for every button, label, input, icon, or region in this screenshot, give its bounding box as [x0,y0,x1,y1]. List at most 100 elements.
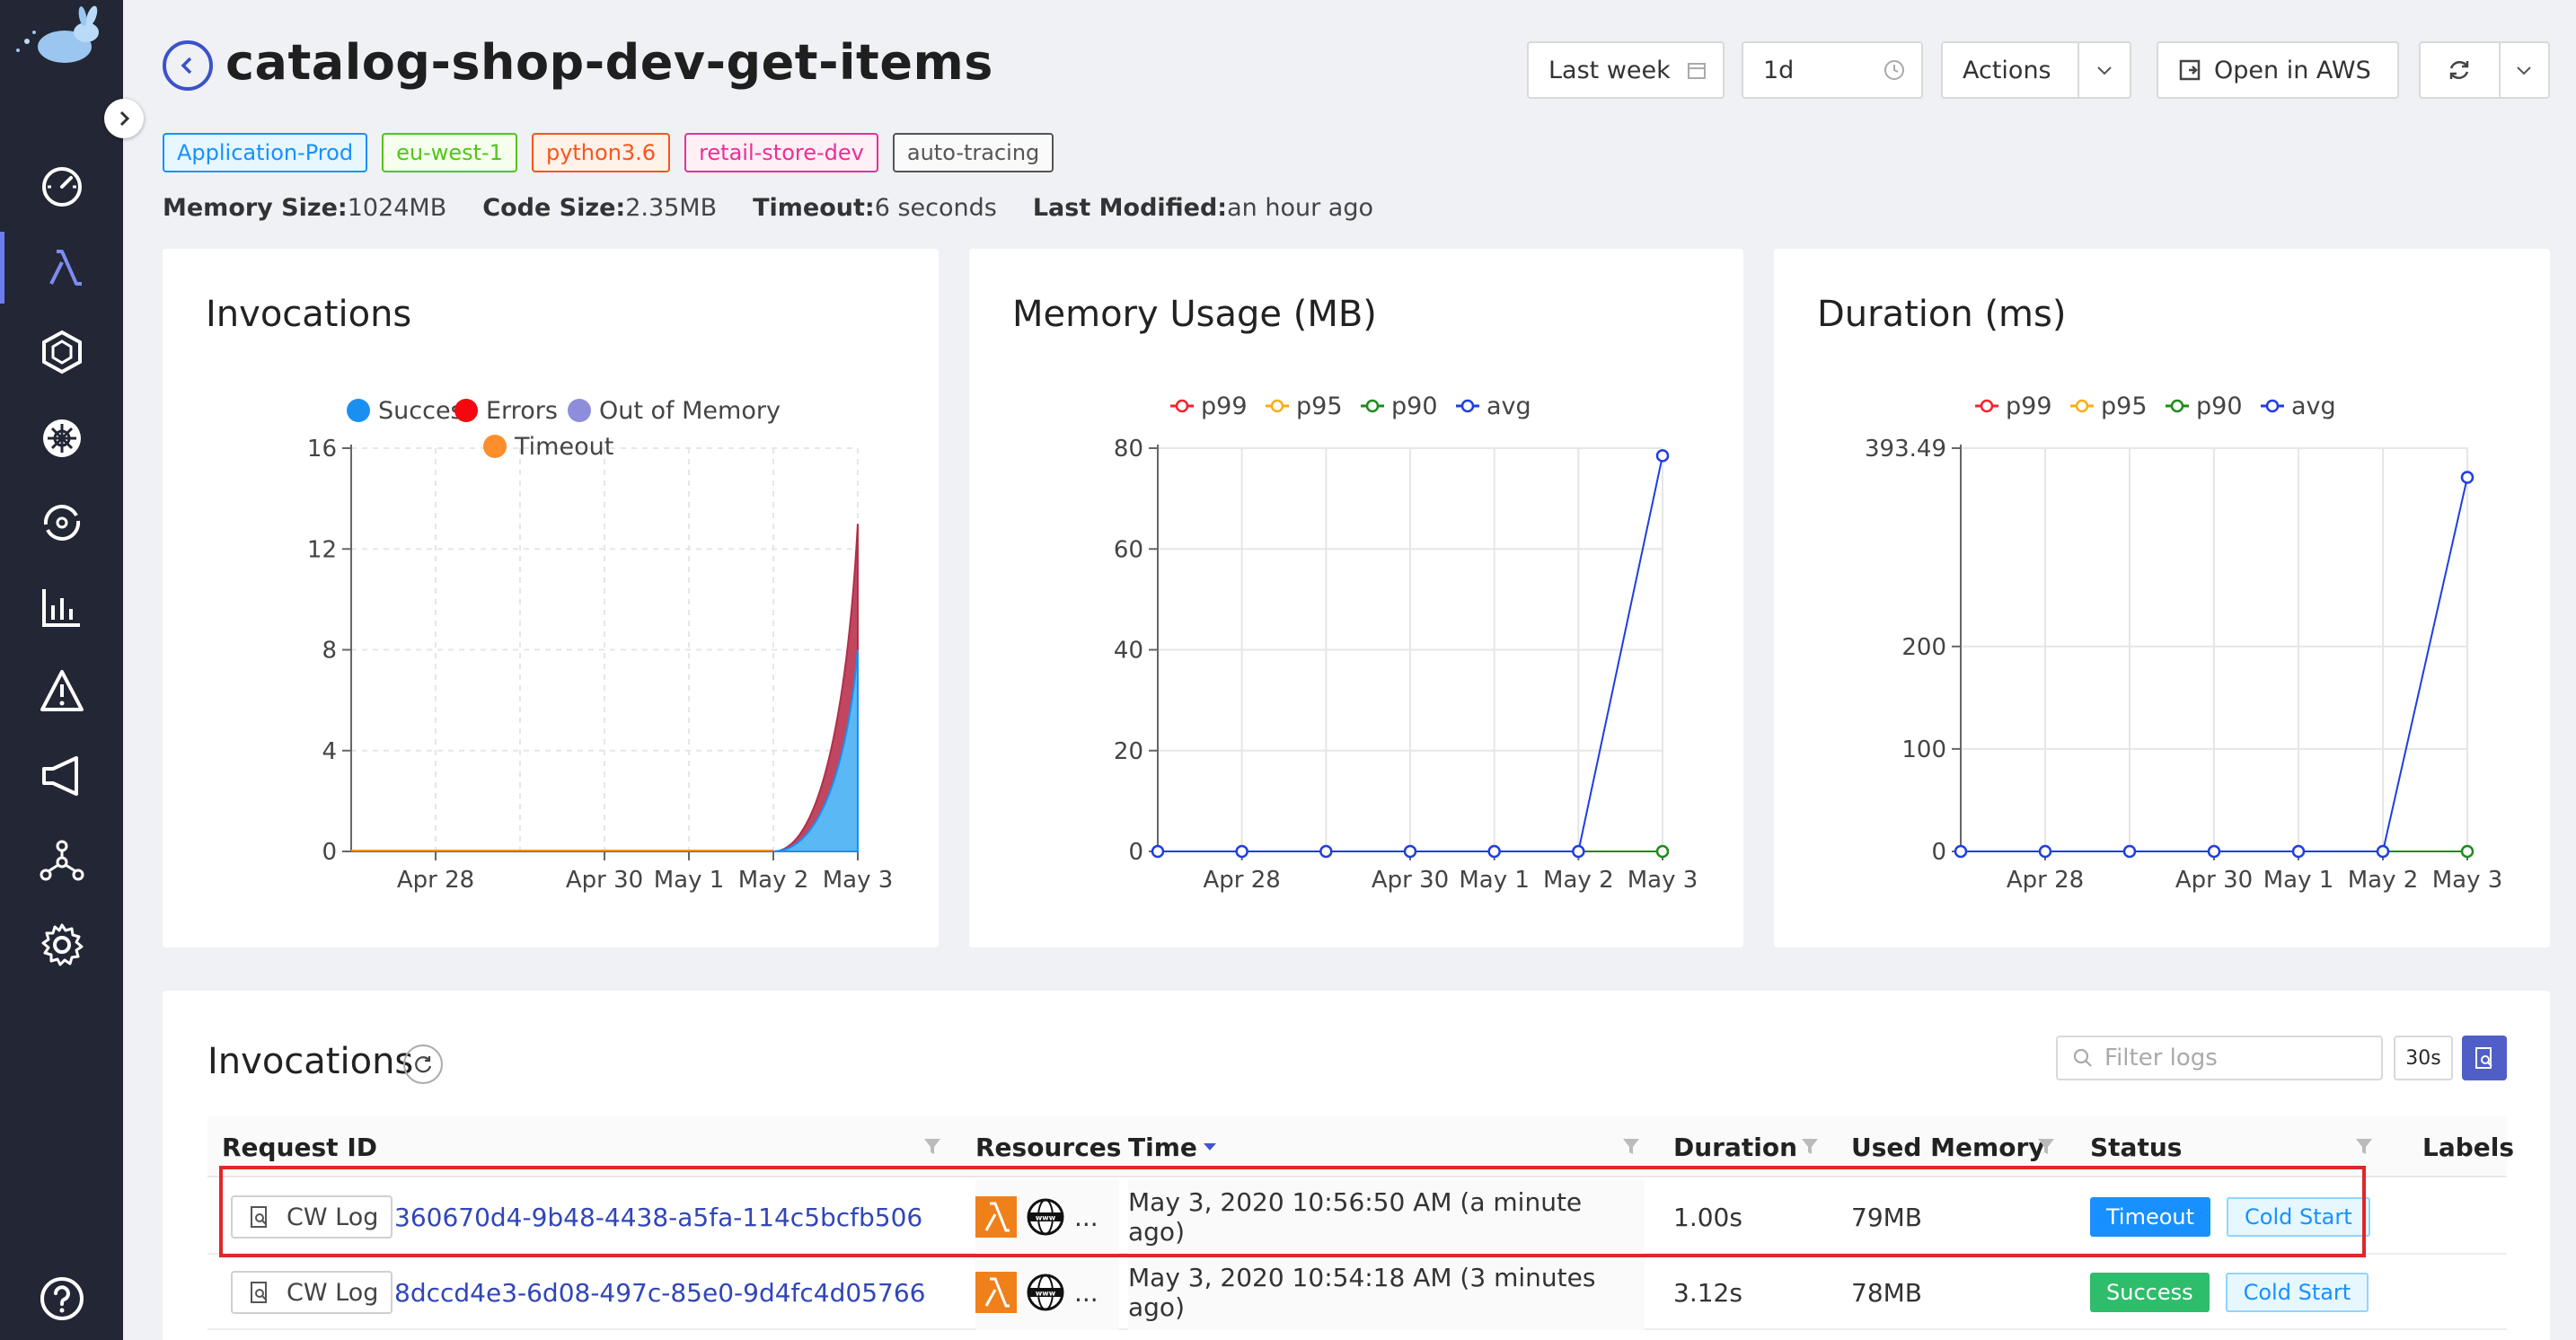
data-point [2460,844,2475,859]
chevron-down-icon [2517,66,2532,75]
x-tick-label: May 3 [2432,867,2503,894]
tag[interactable]: retail-store-dev [684,133,878,172]
sidebar-item-functions[interactable] [0,232,123,304]
time-range-value: Last week [1548,56,1671,84]
actions-dropdown[interactable]: Actions [1941,41,2131,99]
tag[interactable]: eu-west-1 [382,133,517,172]
refresh-interval-button[interactable]: 30s [2394,1036,2453,1080]
sidebar-item-containers[interactable] [0,316,123,388]
legend-label: Timeout [514,433,613,461]
filter-icon[interactable] [2354,1136,2374,1156]
legend-label: Out of Memory [599,397,781,425]
actions-chevron-button[interactable] [2078,43,2130,97]
sidebar-item-help[interactable] [0,1263,123,1335]
sidebar-item-kubernetes[interactable] [0,402,123,474]
filter-icon[interactable] [1621,1136,1641,1156]
legend-label: p95 [2101,392,2148,420]
duration-chart: 0 100 200 393.49 Apr 28 Apr 30 May 1 May 2 May 3… [1865,392,2503,894]
y-tick-label: 80 [1114,436,1143,463]
x-tick-label: Apr 28 [2007,867,2084,894]
sidebar-item-metrics[interactable] [0,571,123,643]
legend-label: p90 [1391,392,1438,420]
sort-desc-icon[interactable] [1202,1142,1218,1152]
sidebar-item-announcements[interactable] [0,740,123,812]
time-cell: May 3, 2020 10:54:18 AM (3 minutes ago) [1128,1255,1645,1330]
y-tick-label: 100 [1901,736,1946,763]
legend-marker [2170,399,2184,413]
filter-icon[interactable] [922,1136,942,1156]
sidebar-item-integrations[interactable] [0,824,123,896]
page-title: catalog-shop-dev-get-items [225,34,993,91]
table-row[interactable]: CW Log 8dccd4e3-6d08-497c-85e0-9d4fc4d05… [207,1255,2507,1330]
data-point [2291,844,2306,859]
meta-last-modified: Last Modified:an hour ago [1032,194,1373,222]
sidebar-item-tracing[interactable] [0,487,123,559]
cold-start-badge: Cold Start [2225,1273,2369,1312]
gear-icon [41,923,83,966]
log-search-button[interactable] [2462,1036,2507,1080]
more-resources[interactable]: ... [1074,1278,1098,1308]
interval-picker[interactable]: 1d [1742,41,1923,99]
status-badge: Success [2090,1273,2210,1312]
refresh-button[interactable] [2421,43,2501,97]
data-point [1403,844,1417,859]
refresh-icon [415,1056,432,1073]
clock-icon [1884,60,1904,80]
x-tick-label: May 1 [2263,867,2334,894]
sidebar-item-alerts[interactable] [0,656,123,727]
data-point [1572,844,1585,859]
data-point [1151,844,1165,859]
sidebar-item-dashboard[interactable] [0,149,123,221]
y-tick-label: 40 [1114,638,1143,665]
x-tick-label: Apr 28 [1204,867,1281,894]
data-point [1319,844,1333,859]
filter-icon[interactable] [2036,1136,2056,1156]
svg-text:www: www [1036,1290,1056,1298]
legend-marker [347,399,370,422]
hexagon-icon [41,330,82,375]
y-tick-label: 200 [1901,634,1946,661]
legend-marker [568,399,591,422]
tag[interactable]: auto-tracing [892,133,1054,172]
y-tick-label: 60 [1114,536,1143,563]
www-globe-icon[interactable]: www [1026,1273,1065,1312]
tag[interactable]: python3.6 [531,133,671,172]
x-tick-label: May 1 [654,867,725,894]
legend-label: p90 [2196,392,2243,420]
chevron-left-icon [181,57,192,75]
filter-icon[interactable] [1800,1136,1820,1156]
data-point [1655,844,1670,859]
time-range-picker[interactable]: Last week [1527,41,1725,99]
legend-label: p99 [2006,392,2052,420]
y-tick-label: 12 [307,536,337,563]
lambda-icon [49,250,82,286]
duration-chart-card: Duration (ms) 0 100 200 393.49 Apr 28 Apr 30 M… [1774,249,2550,948]
refresh-options-button[interactable] [2501,43,2548,97]
resources-cell: www ... [975,1255,1119,1330]
sidebar-item-settings[interactable] [0,909,123,981]
x-tick-label: May 3 [1628,867,1698,894]
request-id-link[interactable]: 8dccd4e3-6d08-497c-85e0-9d4fc4d05766 [394,1255,925,1330]
legend-marker [483,435,507,458]
back-button[interactable] [163,40,213,91]
lambda-icon[interactable] [975,1272,1017,1313]
open-in-aws-button[interactable]: Open in AWS [2157,41,2399,99]
legend-marker [1175,399,1189,413]
table-refresh-button[interactable] [403,1045,443,1084]
cw-log-button[interactable]: CW Log [231,1271,393,1314]
y-tick-label: 0 [322,839,337,866]
tag-list: Application-Prod eu-west-1 python3.6 ret… [163,133,1054,172]
legend-label: p95 [1296,392,1343,420]
refresh-icon [2450,60,2469,80]
x-tick-label: Apr 30 [1372,867,1449,894]
sidebar-collapse-button[interactable] [104,99,144,138]
column-labels[interactable]: Labels [2422,1116,2514,1177]
x-tick-label: May 1 [1459,867,1530,894]
memory-cell: 78MB [1851,1277,1922,1308]
network-icon [40,840,84,881]
help-icon [40,1277,84,1320]
warning-icon [40,670,84,711]
filter-logs-input[interactable]: Filter logs [2056,1036,2383,1080]
logo-icon[interactable] [7,5,115,74]
tag[interactable]: Application-Prod [163,133,368,172]
